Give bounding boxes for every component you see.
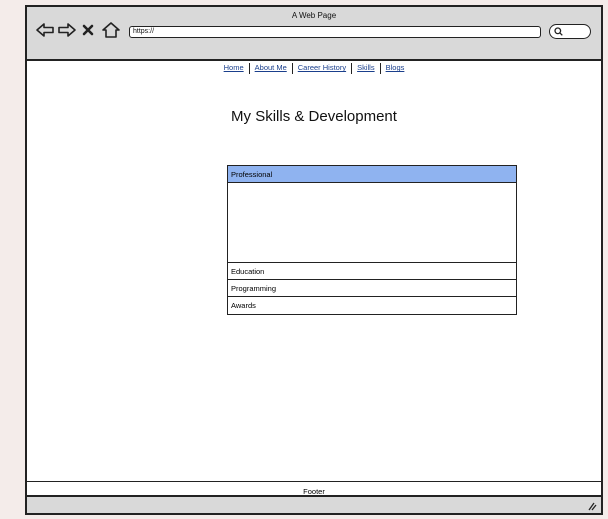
nav-separator — [379, 63, 381, 74]
nav-separator — [351, 63, 353, 74]
close-x-icon[interactable] — [81, 21, 95, 39]
window-title: A Web Page — [291, 11, 337, 20]
browser-window: A Web Page Home About Me Career History Ski… — [25, 5, 603, 515]
nav-separator — [291, 63, 293, 74]
page-title: My Skills & Development — [231, 108, 397, 125]
accordion-header-programming[interactable]: Programming — [228, 280, 516, 297]
nav-link-about[interactable]: About Me — [252, 63, 290, 72]
nav-separator — [248, 63, 250, 74]
nav-link-blogs[interactable]: Blogs — [383, 63, 408, 72]
address-bar[interactable] — [129, 26, 541, 38]
browser-statusbar — [27, 495, 601, 513]
nav-link-skills[interactable]: Skills — [354, 63, 378, 72]
browser-titlebar: A Web Page — [27, 7, 601, 61]
forward-arrow-icon[interactable] — [57, 21, 77, 39]
accordion-header-awards[interactable]: Awards — [228, 297, 516, 314]
nav-link-home[interactable]: Home — [221, 63, 247, 72]
back-arrow-icon[interactable] — [35, 21, 55, 39]
home-icon[interactable] — [101, 21, 121, 39]
search-icon — [554, 27, 563, 36]
skills-accordion: Professional Education Programming Award… — [227, 165, 517, 315]
resize-grip-icon[interactable] — [587, 501, 597, 511]
search-button[interactable] — [549, 24, 591, 39]
site-nav: Home About Me Career History Skills Blogs — [27, 63, 601, 74]
accordion-header-education[interactable]: Education — [228, 263, 516, 280]
accordion-header-professional[interactable]: Professional — [228, 166, 516, 183]
accordion-panel-professional — [228, 183, 516, 263]
nav-link-career[interactable]: Career History — [295, 63, 349, 72]
